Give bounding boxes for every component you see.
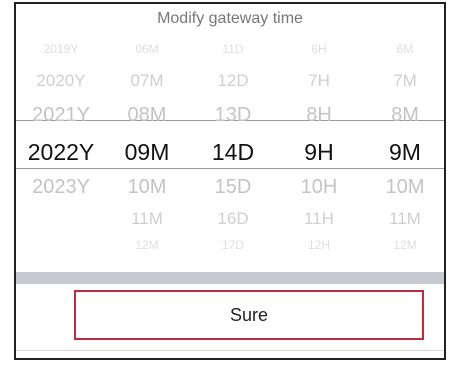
year-option[interactable]: 2020Y <box>18 68 104 94</box>
hour-option[interactable]: 6H <box>276 40 362 58</box>
sure-button[interactable]: Sure <box>74 290 424 340</box>
hour-option[interactable]: 11H <box>276 206 362 232</box>
month-option[interactable]: 11M <box>104 206 190 232</box>
month-option[interactable]: 12M <box>104 236 190 254</box>
hour-option[interactable]: 10H <box>276 172 362 202</box>
month-option[interactable]: 07M <box>104 68 190 94</box>
date-time-wheel-picker[interactable]: 2019Y 2020Y 2021Y 2022Y 2023Y 06M 07M 08M 09M 10M… <box>16 34 444 274</box>
year-selected-value[interactable]: 2022Y <box>18 132 104 172</box>
minute-option[interactable]: 12M <box>362 236 444 254</box>
bottom-divider <box>16 350 444 351</box>
day-option[interactable]: 11D <box>190 40 276 58</box>
year-option[interactable]: 2023Y <box>18 172 104 202</box>
month-option[interactable]: 08M <box>104 100 190 130</box>
month-selected-value[interactable]: 09M <box>104 132 190 172</box>
hour-selected-value[interactable]: 9H <box>276 132 362 172</box>
year-option[interactable]: 2019Y <box>18 40 104 58</box>
hour-option[interactable]: 8H <box>276 100 362 130</box>
year-option[interactable] <box>18 206 104 232</box>
day-selected-value[interactable]: 14D <box>190 132 276 172</box>
month-option[interactable]: 10M <box>104 172 190 202</box>
day-option[interactable]: 17D <box>190 236 276 254</box>
minute-option[interactable]: 8M <box>362 100 444 130</box>
day-option[interactable]: 12D <box>190 68 276 94</box>
time-picker-dialog: Modify gateway time 2019Y 2020Y 2021Y 2022Y… <box>14 2 446 360</box>
day-option[interactable]: 16D <box>190 206 276 232</box>
minute-option[interactable]: 7M <box>362 68 444 94</box>
day-option[interactable]: 13D <box>190 100 276 130</box>
minute-option[interactable]: 6M <box>362 40 444 58</box>
month-option[interactable]: 06M <box>104 40 190 58</box>
year-option[interactable]: 2021Y <box>18 100 104 130</box>
day-option[interactable]: 15D <box>190 172 276 202</box>
hour-option[interactable]: 12H <box>276 236 362 254</box>
hour-option[interactable]: 7H <box>276 68 362 94</box>
dialog-title: Modify gateway time <box>157 10 303 27</box>
minute-option[interactable]: 10M <box>362 172 444 202</box>
minute-selected-value[interactable]: 9M <box>362 132 444 172</box>
year-option[interactable] <box>18 236 104 254</box>
minute-option[interactable]: 11M <box>362 206 444 232</box>
separator-band <box>16 272 444 284</box>
